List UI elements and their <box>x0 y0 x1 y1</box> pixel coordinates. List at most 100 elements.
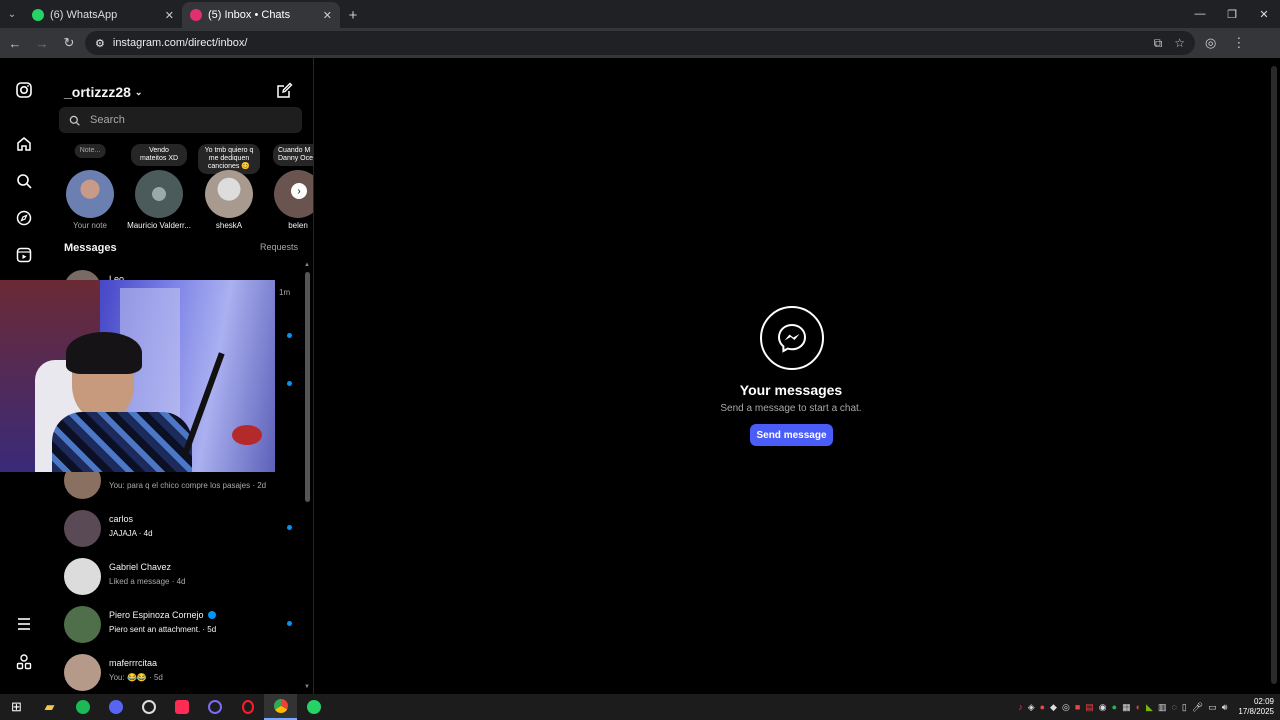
site-info-icon[interactable]: ⚙ <box>95 37 105 50</box>
battery-icon[interactable]: ▯ <box>1182 702 1187 713</box>
tab-title: (5) Inbox • Chats <box>208 9 291 21</box>
instagram-logo-icon[interactable] <box>14 80 34 100</box>
back-icon[interactable]: ← <box>3 36 27 51</box>
windows-taskbar: ⊞ ▰ ♪ ◈ ● ◆ ◎ ■ ▤ ◉ ● ▦ ◐ ◣ ▥ ◌ ▯ 🎤︎ ▭ 🔊… <box>0 694 1280 720</box>
meta-apps-icon[interactable] <box>14 652 34 672</box>
taskbar-clock[interactable]: 02:09 17/8/2025 <box>1238 697 1274 717</box>
webcam-person-hair <box>66 332 142 374</box>
discord-icon[interactable] <box>99 694 132 720</box>
conversation-preview: JAJAJA · 4d <box>109 529 153 538</box>
bookmark-star-icon[interactable]: ☆ <box>1174 36 1185 51</box>
nvidia-tray-icon[interactable]: ◣ <box>1146 702 1153 713</box>
webcam-overlay <box>0 280 275 472</box>
app-tray-icon[interactable]: ◐ <box>1136 702 1141 712</box>
tab-instagram-inbox[interactable]: (5) Inbox • Chats ✕ <box>182 2 340 28</box>
empty-state-title: Your messages <box>739 382 843 398</box>
unread-dot-icon <box>287 381 292 386</box>
restore-icon[interactable]: ❐ <box>1216 8 1248 21</box>
requests-link[interactable]: Requests <box>260 242 298 254</box>
page-scrollbar[interactable] <box>1268 58 1280 694</box>
search-placeholder: Search <box>90 114 125 126</box>
explore-icon[interactable] <box>14 208 34 228</box>
profile-icon[interactable]: ◎ <box>1205 35 1216 51</box>
tiktok-tray-icon[interactable]: ♪ <box>1018 702 1023 712</box>
reload-icon[interactable]: ↻ <box>57 35 81 51</box>
conversation-item[interactable]: maferrrcitaa You: 😂😂 · 5d <box>48 650 302 694</box>
menu-icon[interactable] <box>14 614 34 634</box>
conversation-item[interactable]: Gabriel Chavez Liked a message · 4d <box>48 554 302 602</box>
conversation-name-text: Gabriel Chavez <box>109 562 172 572</box>
app-tray-icon[interactable]: ◉ <box>1099 702 1107 713</box>
plus-icon[interactable]: + <box>340 2 366 28</box>
username: _ortizzz28 <box>64 84 131 100</box>
scroll-up-icon[interactable]: ▲ <box>304 262 310 268</box>
mic-tray-icon[interactable]: ● <box>1040 702 1045 712</box>
minimize-icon[interactable]: — <box>1184 8 1216 20</box>
scroll-thumb[interactable] <box>1271 66 1277 684</box>
close-window-icon[interactable]: ✕ <box>1248 8 1280 21</box>
forward-icon[interactable]: → <box>30 36 54 51</box>
avatar <box>64 654 101 691</box>
webcam-mic-arm <box>181 352 225 458</box>
search-input[interactable]: Search <box>59 107 302 133</box>
account-switcher[interactable]: _ortizzz28 ⌄ <box>64 84 142 100</box>
file-explorer-icon[interactable]: ▰ <box>33 694 66 720</box>
inbox-scrollbar[interactable]: ▲ ▼ <box>302 262 313 694</box>
app-tray-icon[interactable]: ◌ <box>1171 702 1176 712</box>
spotify-tray-icon[interactable]: ● <box>1112 702 1117 712</box>
spotify-icon[interactable] <box>66 694 99 720</box>
microphone-icon[interactable]: 🎤︎ <box>1192 702 1203 713</box>
tab-search-icon[interactable]: ⌄ <box>0 0 24 28</box>
app-tray-icon[interactable]: ◆ <box>1050 702 1057 713</box>
avatar <box>64 606 101 643</box>
tiktok-icon[interactable] <box>165 694 198 720</box>
note-bubble: Note... <box>74 144 106 158</box>
scroll-thumb[interactable] <box>305 272 310 502</box>
empty-state-subtitle: Send a message to start a chat. <box>720 403 862 414</box>
search-icon[interactable] <box>14 171 34 191</box>
note-name: Your note <box>73 221 107 230</box>
messages-header: Messages Requests <box>64 242 298 254</box>
unread-dot-icon <box>287 525 292 530</box>
conversation-name: maferrrcitaa <box>109 658 157 668</box>
app-tray-icon[interactable]: ▤ <box>1085 702 1094 713</box>
conversation-name-text: Piero Espinoza Cornejo <box>109 610 204 620</box>
conversation-item[interactable]: Piero Espinoza Cornejo Piero sent an atta… <box>48 602 302 650</box>
chevron-right-icon[interactable]: › <box>291 183 307 199</box>
url-input[interactable]: ⚙ instagram.com/direct/inbox/ ⧉ ☆ <box>85 31 1195 55</box>
messages-title: Messages <box>64 242 117 254</box>
compose-icon[interactable] <box>275 82 293 100</box>
more-menu-icon[interactable]: ⋮ <box>1232 35 1245 51</box>
whatsapp-icon[interactable] <box>297 694 330 720</box>
app-tray-icon[interactable]: ◎ <box>1062 702 1070 713</box>
language-tray-icon[interactable]: ▥ <box>1158 702 1167 713</box>
conversation-preview: You: 😂😂 · 5d <box>109 673 163 682</box>
note-name: Mauricio Valderr... <box>127 221 191 230</box>
chrome-icon[interactable] <box>264 694 297 720</box>
opera-gx-icon[interactable] <box>198 694 231 720</box>
opera-icon[interactable] <box>231 694 264 720</box>
reels-icon[interactable] <box>14 245 34 265</box>
tab-whatsapp[interactable]: (6) WhatsApp ✕ <box>24 2 182 28</box>
obs-icon[interactable] <box>132 694 165 720</box>
scroll-down-icon[interactable]: ▼ <box>304 684 310 690</box>
close-tab-icon[interactable]: ✕ <box>165 9 174 22</box>
close-tab-icon[interactable]: ✕ <box>323 9 332 22</box>
install-app-icon[interactable]: ⧉ <box>1154 36 1163 51</box>
avatar <box>64 510 101 547</box>
volume-icon[interactable]: 🔊︎ <box>1222 702 1228 713</box>
conversation-name: Piero Espinoza Cornejo <box>109 610 216 620</box>
home-icon[interactable] <box>14 134 34 154</box>
window-controls: — ❐ ✕ <box>1184 0 1280 28</box>
conversation-preview: Liked a message · 4d <box>109 577 186 586</box>
network-icon[interactable]: ▭ <box>1208 702 1217 713</box>
conversation-item[interactable]: carlos JAJAJA · 4d <box>48 506 302 554</box>
windows-start-icon[interactable]: ⊞ <box>0 694 33 720</box>
app-tray-icon[interactable]: ◈ <box>1028 702 1035 713</box>
note-name: sheskA <box>215 221 243 230</box>
note-bubble: Cuando M Danny Oce <box>273 144 313 166</box>
send-message-button[interactable]: Send message <box>750 424 833 446</box>
app-tray-icon[interactable]: ▦ <box>1122 702 1131 713</box>
avatar <box>64 558 101 595</box>
app-tray-icon[interactable]: ■ <box>1075 702 1080 712</box>
